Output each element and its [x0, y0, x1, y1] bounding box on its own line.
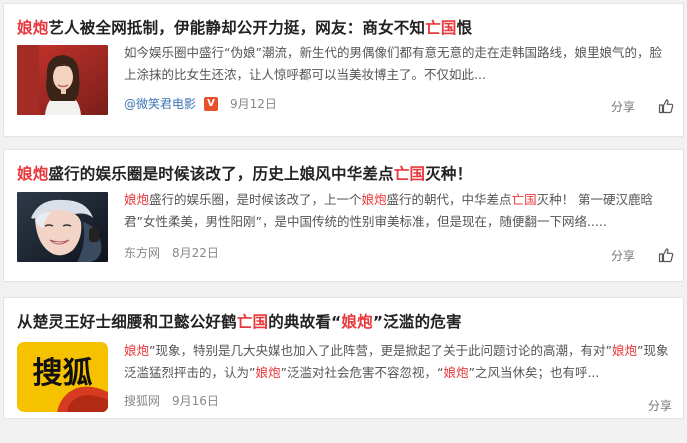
article-meta: @微笑君电影 V 9月12日: [124, 95, 277, 112]
summary-text: ”现象，特别是几大央媒也加入了此阵营，更是掀起了关于此问题讨论的高潮，有对”: [149, 343, 612, 358]
sohu-logo-icon: 搜狐: [17, 342, 108, 412]
blond-singer-photo-icon: [17, 192, 108, 262]
article-summary: 如今娱乐圈中盛行“伪娘”潮流，新生代的男偶像们都有意无意的走在走韩国路线，娘里娘…: [124, 42, 672, 86]
article-title[interactable]: 娘炮盛行的娱乐圈是时候该改了，历史上娘风中华差点亡国灭种！: [17, 162, 472, 184]
title-highlight: 亡国: [236, 313, 269, 331]
news-card[interactable]: 娘炮盛行的娱乐圈是时候该改了，历史上娘风中华差点亡国灭种！ 娘炮盛行的娱乐圈，是…: [3, 149, 684, 282]
source-name[interactable]: 东方网: [124, 244, 160, 261]
source-link[interactable]: @微笑君电影: [124, 95, 196, 112]
article-thumbnail[interactable]: [17, 192, 108, 262]
article-thumbnail[interactable]: [17, 45, 108, 115]
summary-text: 盛行的娱乐圈，是时候该改了，上一个: [149, 192, 362, 207]
title-highlight: 娘炮: [17, 19, 49, 37]
share-button[interactable]: 分享: [611, 247, 635, 264]
title-text: 盛行的娱乐圈是时候该改了，历史上娘风中华差点: [48, 165, 394, 183]
summary-highlight: 娘炮: [124, 343, 150, 358]
article-summary: 娘炮”现象，特别是几大央媒也加入了此阵营，更是掀起了关于此问题讨论的高潮，有对”…: [124, 340, 672, 384]
summary-highlight: 娘炮: [611, 343, 637, 358]
woman-portrait-photo-icon: [17, 45, 108, 115]
title-text: 灭种！: [425, 165, 473, 183]
title-highlight: 亡国: [393, 165, 426, 183]
title-highlight: 亡国: [425, 19, 457, 37]
summary-highlight: 娘炮: [255, 365, 281, 380]
summary-highlight: 娘炮: [124, 192, 150, 207]
summary-highlight: 娘炮: [443, 365, 469, 380]
summary-highlight: 娘炮: [361, 192, 387, 207]
title-text: 的典故看“: [268, 313, 342, 331]
summary-text: 如今娱乐圈中盛行“伪娘”潮流，新生代的男偶像们都有意无意的走在走韩国路线，娘里娘…: [124, 45, 662, 82]
publish-date: 9月16日: [172, 394, 219, 408]
publish-date: 9月12日: [230, 97, 277, 111]
article-meta: 东方网 8月22日: [124, 244, 219, 261]
news-card[interactable]: 娘炮艺人被全网抵制，伊能静却公开力挺，网友：商女不知亡国恨 如今娱乐圈中盛行“伪…: [3, 3, 684, 137]
sohu-logo-text: 搜狐: [33, 356, 93, 391]
article-meta: 搜狐网 9月16日: [124, 392, 219, 409]
source-name[interactable]: 搜狐网: [124, 392, 160, 409]
article-title[interactable]: 从楚灵王好士细腰和卫懿公好鹤亡国的典故看“娘炮”泛滥的危害: [17, 310, 462, 332]
share-button[interactable]: 分享: [648, 397, 672, 414]
thumbs-up-icon[interactable]: [658, 98, 674, 114]
title-highlight: 娘炮: [341, 313, 373, 331]
title-highlight: 娘炮: [17, 165, 49, 183]
article-summary: 娘炮盛行的娱乐圈，是时候该改了，上一个娘炮盛行的朝代，中华差点亡国灭种！ 第一硬…: [124, 189, 672, 233]
share-button[interactable]: 分享: [611, 98, 635, 115]
summary-text: ”之风当休矣；也有呼...: [468, 365, 600, 380]
article-title[interactable]: 娘炮艺人被全网抵制，伊能静却公开力挺，网友：商女不知亡国恨: [17, 16, 472, 38]
summary-text: ”泛滥对社会危害不容忽视，“: [280, 365, 444, 380]
title-text: 从楚灵王好士细腰和卫懿公好鹤: [17, 313, 237, 331]
title-text: 恨: [456, 19, 473, 37]
title-text: ”泛滥的危害: [372, 313, 462, 331]
title-text: 艺人被全网抵制，伊能静却公开力挺，网友：商女不知: [48, 19, 426, 37]
publish-date: 8月22日: [172, 246, 219, 260]
thumbs-up-icon[interactable]: [658, 247, 674, 263]
summary-text: 盛行的朝代，中华差点: [386, 192, 512, 207]
article-thumbnail[interactable]: 搜狐: [17, 342, 108, 412]
summary-highlight: 亡国: [511, 192, 537, 207]
verified-badge-icon: V: [204, 96, 219, 111]
news-card[interactable]: 从楚灵王好士细腰和卫懿公好鹤亡国的典故看“娘炮”泛滥的危害 搜狐 娘炮”现象，特…: [3, 297, 684, 419]
